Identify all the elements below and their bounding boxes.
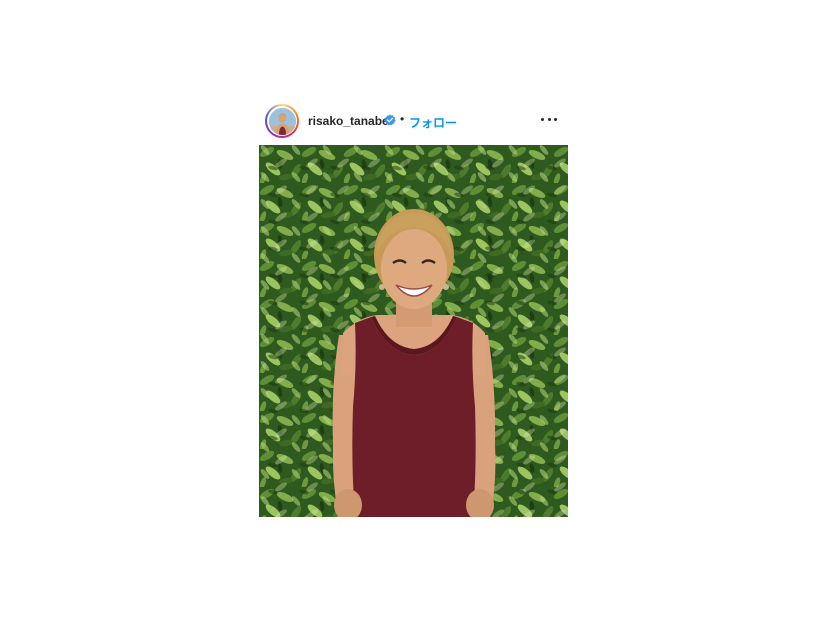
instagram-post: risako_tanabe • フォロー <box>259 100 568 517</box>
verified-badge-icon <box>384 114 396 126</box>
follow-button[interactable]: フォロー <box>409 114 457 131</box>
avatar[interactable] <box>268 107 296 135</box>
post-photo[interactable] <box>259 145 568 517</box>
post-header: risako_tanabe • フォロー <box>259 100 568 144</box>
story-ring[interactable] <box>265 104 299 138</box>
avatar-image <box>268 107 296 135</box>
post-image <box>259 145 568 517</box>
separator-dot: • <box>400 112 405 126</box>
username-link[interactable]: risako_tanabe <box>308 114 389 128</box>
more-options-icon[interactable] <box>541 111 557 127</box>
